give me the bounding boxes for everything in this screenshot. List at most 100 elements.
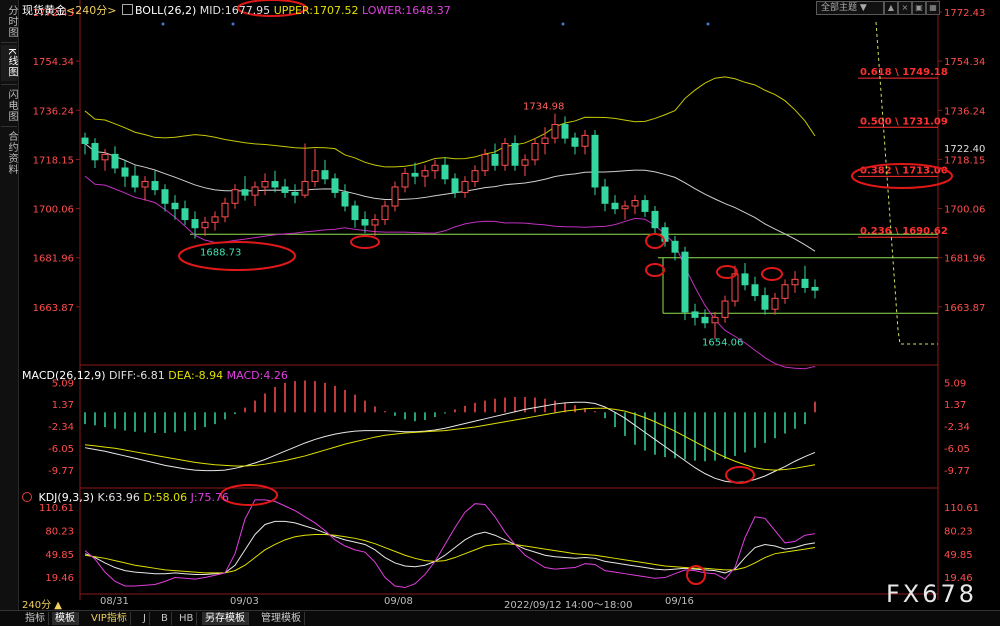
- indicator-checkbox-icon[interactable]: [121, 4, 133, 15]
- close-button[interactable]: ×: [898, 1, 912, 15]
- candle-body: [701, 316, 709, 324]
- tab-hb[interactable]: HB: [176, 612, 198, 625]
- price-tick-label-right: 1718.15: [944, 155, 985, 166]
- price-tick-label-left: 1681.96: [33, 254, 74, 265]
- candle-body: [481, 153, 489, 172]
- event-dot: [231, 22, 235, 26]
- candle-body: [601, 186, 609, 204]
- candle-body: [591, 134, 599, 188]
- boll-upper-line: [84, 76, 816, 168]
- candle-body: [401, 172, 409, 188]
- candle-body: [431, 164, 439, 172]
- watermark-logo: FX678: [886, 580, 978, 608]
- highlight-ellipse: [645, 263, 665, 277]
- date-label: 08/31: [100, 596, 129, 607]
- period-badge[interactable]: 240分 ▲: [22, 596, 62, 611]
- candle-body: [321, 170, 329, 180]
- fib-level-label: 0.618 \ 1749.18: [860, 67, 948, 78]
- theme-select[interactable]: 全部主题 ▼: [816, 1, 884, 15]
- candle-body: [121, 167, 129, 177]
- candle-body: [561, 124, 569, 139]
- candle-body: [501, 143, 509, 166]
- event-dot: [161, 22, 165, 26]
- candle-body: [81, 137, 89, 145]
- tab-flash[interactable]: 闪电图: [1, 87, 17, 123]
- candle-body: [511, 143, 519, 166]
- candle-body: [791, 278, 799, 286]
- kdj-tick-label-left: 80.23: [45, 526, 74, 537]
- kdj-k-line: [84, 520, 816, 575]
- macd-tick-label-right: 1.37: [944, 400, 966, 411]
- candle-body: [381, 205, 389, 221]
- boll-upper: UPPER:1707.52: [273, 4, 359, 17]
- price-tick-label-left: 1663.87: [33, 303, 74, 314]
- candle-body: [341, 191, 349, 207]
- tab-contract-info[interactable]: 合约资料: [1, 129, 17, 177]
- candle-body: [741, 273, 749, 286]
- candle-body: [551, 124, 559, 139]
- macd-tick-label-right: -9.77: [944, 466, 970, 477]
- chart-frame: [79, 0, 939, 600]
- kdj-tick-label-left: 19.46: [45, 573, 74, 584]
- fib-level-label: 0.236 \ 1690.62: [860, 226, 948, 237]
- candle-body: [491, 153, 499, 166]
- tab-manage-templates[interactable]: 管理模板: [258, 612, 305, 625]
- candle-body: [171, 202, 179, 210]
- kdj-tick-label-left: 49.85: [45, 550, 74, 561]
- kdj-header: KDJ(9,3,3) K:63.96 D:58.06 J:75.76: [22, 491, 229, 504]
- candle-body: [201, 221, 209, 229]
- candle-body: [531, 143, 539, 161]
- price-tick-label-right: 1736.24: [944, 106, 985, 117]
- candle-body: [231, 189, 239, 204]
- chevron-down-icon: ▼: [859, 3, 867, 13]
- tab-templates[interactable]: 模板: [52, 612, 79, 625]
- record-icon[interactable]: [22, 492, 32, 502]
- crosshair-time-label: 2022/09/12 14:00～18:00: [504, 600, 633, 611]
- tab-timeshare[interactable]: 分时图: [1, 3, 17, 39]
- tab-kline[interactable]: K线图: [1, 45, 17, 81]
- event-dot: [706, 22, 710, 26]
- candle-body: [641, 200, 649, 212]
- candle-body: [671, 240, 679, 253]
- candle-body: [711, 316, 719, 324]
- low-price-label: 1688.73: [200, 247, 241, 258]
- tab-vip-indicators[interactable]: VIP指标: [88, 612, 131, 625]
- date-label: 09/16: [665, 596, 694, 607]
- boll-lower: LOWER:1648.37: [361, 4, 451, 17]
- main-header: 现货黄金<240分> BOLL(26,2) MID:1677.95 UPPER:…: [22, 2, 451, 18]
- candle-body: [151, 181, 159, 191]
- candle-body: [571, 137, 579, 147]
- price-tick-label-right: 1754.34: [944, 57, 985, 68]
- candle-body: [761, 295, 769, 310]
- tab-save-template[interactable]: 另存模板: [202, 612, 249, 625]
- current-price-label: 1722.40: [944, 144, 985, 155]
- candle-body: [581, 134, 589, 147]
- tab-indicators[interactable]: 指标: [22, 612, 49, 625]
- candle-body: [291, 191, 299, 196]
- candle-body: [611, 202, 619, 210]
- candle-body: [211, 216, 219, 223]
- candle-body: [651, 210, 659, 229]
- kdj-name: KDJ(9,3,3): [38, 491, 95, 504]
- kdj-j: J:75.76: [190, 491, 230, 504]
- theme-select-label: 全部主题: [821, 3, 858, 13]
- price-tick-label-right: 1700.06: [944, 205, 985, 216]
- kline-chart[interactable]: 0.618 \ 1749.180.500 \ 1731.090.382 \ 17…: [18, 0, 1000, 610]
- macd-tick-label-left: 1.37: [52, 400, 74, 411]
- macd-tick-label-right: -2.34: [944, 422, 970, 433]
- candle-body: [811, 286, 819, 291]
- tab-b[interactable]: B: [158, 612, 172, 625]
- kdj-k: K:63.96: [97, 491, 140, 504]
- price-tick-label-right: 1681.96: [944, 254, 985, 265]
- tab-j[interactable]: J: [140, 612, 150, 625]
- layout-button[interactable]: ▦: [926, 1, 940, 15]
- candle-body: [331, 178, 339, 193]
- kdj-d-line: [84, 533, 816, 574]
- candle-body: [91, 143, 99, 161]
- maximize-button[interactable]: ▣: [912, 1, 926, 15]
- candle-body: [681, 251, 689, 313]
- highlight-ellipse: [716, 265, 738, 279]
- scroll-up-button[interactable]: ▲: [884, 1, 898, 15]
- candle-body: [311, 170, 319, 183]
- candle-body: [771, 297, 779, 310]
